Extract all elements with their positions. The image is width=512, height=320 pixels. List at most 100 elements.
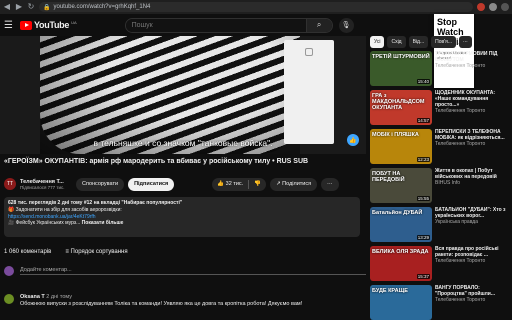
subscribe-button[interactable]: Підписатися bbox=[128, 177, 175, 191]
comment-body: Oksana T 2 дні тому Обожнюю випуски з ро… bbox=[20, 294, 302, 308]
youtube-logo[interactable]: YouTube UA bbox=[20, 20, 77, 30]
user-avatar bbox=[4, 266, 14, 276]
reload-icon[interactable]: ↻ bbox=[27, 0, 35, 14]
search-icon[interactable]: ⌕ bbox=[305, 18, 332, 32]
chip[interactable]: Від... bbox=[408, 36, 429, 48]
sort-label: Порядок сортування bbox=[70, 249, 128, 255]
chip[interactable]: Cxiд bbox=[387, 36, 406, 48]
comment-input[interactable]: Додайте коментар... bbox=[20, 267, 366, 275]
description-text: 🎥 Фейсбук Українських мурз... bbox=[8, 220, 81, 227]
video-player[interactable]: в тельняшке и со значком "танковые войск… bbox=[0, 36, 366, 154]
extension-icon[interactable] bbox=[477, 3, 485, 11]
recommendation-title[interactable]: ТРЕТІЙ ШТУРМОВИЙ ПІД БАХМУТОМ bbox=[435, 51, 512, 63]
share-button[interactable]: ↗ Поділитися bbox=[270, 177, 318, 191]
recommendation-item[interactable]: ВЕЛИКА ОЛЯ ЗРАДА 15:37 Вся правда про росі… bbox=[370, 246, 512, 283]
extension-icon[interactable] bbox=[489, 3, 497, 11]
forward-icon[interactable]: ▶ bbox=[15, 0, 23, 14]
comment-item: Oksana T 2 дні тому Обожнюю випуски з ро… bbox=[4, 294, 366, 308]
search-input[interactable] bbox=[125, 18, 306, 32]
recommendation-item[interactable]: ПОБУТ НА ПЕРЕДОВІЙ 15:55 Життя в окопах | … bbox=[370, 168, 512, 205]
commenter-avatar[interactable] bbox=[4, 294, 14, 304]
video-thumbnail[interactable]: МОБІК і ПЛЯШКА 12:23 bbox=[370, 129, 432, 164]
recommendation-channel[interactable]: Телебачення Торонто bbox=[435, 141, 512, 147]
chip-more[interactable]: ⋯ bbox=[459, 36, 472, 48]
recommendation-info: ЩОДЕННИК ОКУПАНТА: «Наше командування пр… bbox=[435, 90, 512, 127]
recommendation-channel[interactable]: Телебачення Торонто bbox=[435, 297, 512, 303]
comments-header: 1 060 коментарів ≡ Порядок сортування bbox=[4, 249, 128, 255]
thumbnail-caption: БУДЕ КРАЩЕ bbox=[372, 288, 408, 294]
chip[interactable]: Пов'я... bbox=[431, 36, 456, 48]
microphone-icon[interactable]: 🎙 bbox=[338, 17, 354, 33]
thumbnail-caption: МОБІК і ПЛЯШКА bbox=[372, 132, 419, 138]
video-thumbnail[interactable]: ВЕЛИКА ОЛЯ ЗРАДА 15:37 bbox=[370, 246, 432, 281]
recommendation-item[interactable]: БУДЕ КРАЩЕ ВАНГУ ПОРВАЛО: "Пророцтва" про… bbox=[370, 285, 512, 320]
recommendation-item[interactable]: ТРЕТІЙ ШТУРМОВИЙ 15:40 ТРЕТІЙ ШТУРМОВИЙ ПІ… bbox=[370, 51, 512, 88]
recommendation-info: ТРЕТІЙ ШТУРМОВИЙ ПІД БАХМУТОМ Телебачення… bbox=[435, 51, 512, 88]
sponsor-button[interactable]: Спонсорувати bbox=[76, 177, 125, 191]
like-count: 32 тис. bbox=[225, 181, 244, 187]
recommendation-info: Життя в окопах | Побут військових на пер… bbox=[435, 168, 512, 205]
channel-avatar[interactable]: ТТ bbox=[4, 178, 16, 190]
recommendation-channel[interactable]: Телебачення Торонто bbox=[435, 63, 512, 69]
recommendation-channel[interactable]: Телебачення Торонто bbox=[435, 108, 512, 114]
thumbs-up-icon[interactable]: 👍 bbox=[347, 134, 359, 146]
video-description[interactable]: 628 тис. переглядів 2 дні тому #12 на вк… bbox=[4, 197, 360, 237]
channel-meta: Телебачення Т... Підписалося 777 тис. bbox=[20, 179, 72, 190]
back-icon[interactable]: ◀ bbox=[3, 0, 11, 14]
recommendation-title[interactable]: ПЕРЕПИСКИ З ТЕЛЕФОНА МОБІКА: як відрізня… bbox=[435, 129, 512, 141]
channel-row: ТТ Телебачення Т... Підписалося 777 тис.… bbox=[4, 176, 366, 192]
video-duration: 14:57 bbox=[416, 118, 430, 123]
profile-icon[interactable] bbox=[501, 3, 509, 11]
thumbnail-caption: ПОБУТ НА ПЕРЕДОВІЙ bbox=[372, 171, 405, 183]
share-label: Поділитися bbox=[282, 181, 312, 187]
sort-comments-button[interactable]: ≡ Порядок сортування bbox=[65, 249, 127, 255]
recommendation-title[interactable]: Життя в окопах | Побут військових на пер… bbox=[435, 168, 512, 180]
recommendation-title[interactable]: Вся правда про російські ракети: розпові… bbox=[435, 246, 512, 258]
like-button[interactable]: 👍 32 тис. bbox=[212, 178, 248, 191]
recommendation-channel[interactable]: Телебачення Торонто bbox=[435, 258, 512, 264]
recommendation-info: ВАНГУ ПОРВАЛО: "Пророцтва" пройшли... Тел… bbox=[435, 285, 512, 320]
video-thumbnail[interactable]: Батальйон ДУБАЙ 13:29 bbox=[370, 207, 432, 242]
video-thumbnail[interactable]: БУДЕ КРАЩЕ bbox=[370, 285, 432, 320]
video-thumbnail[interactable]: ГРА з МАКДОНАЛЬДСОМ ОКУПАНТА 14:57 bbox=[370, 90, 432, 125]
recommendation-info: БАТАЛЬЙОН "ДУБАЙ": Хто з українських вор… bbox=[435, 207, 512, 244]
search-box: ⌕ bbox=[124, 17, 333, 33]
video-duration: 13:29 bbox=[416, 235, 430, 240]
description-line: 🎁 Задонатити на збір для засобів аеророз… bbox=[8, 206, 122, 213]
video-frame-document bbox=[284, 40, 334, 144]
add-comment-row: Додайте коментар... bbox=[4, 266, 366, 276]
url-text: youtube.com/watch?v=grhKqhf_1N4 bbox=[53, 4, 151, 10]
like-dislike-group: 👍 32 тис. 👎 bbox=[212, 177, 267, 191]
recommendation-title[interactable]: БАТАЛЬЙОН "ДУБАЙ": Хто з українських вор… bbox=[435, 207, 512, 219]
recommendation-item[interactable]: МОБІК і ПЛЯШКА 12:23 ПЕРЕПИСКИ З ТЕЛЕФОНА … bbox=[370, 129, 512, 166]
address-bar[interactable]: 🔒 youtube.com/watch?v=grhKqhf_1N4 bbox=[39, 2, 473, 12]
thumbnail-caption: ТРЕТІЙ ШТУРМОВИЙ bbox=[372, 54, 430, 60]
more-actions-button[interactable]: ⋯ bbox=[321, 177, 339, 191]
dislike-icon[interactable]: 👎 bbox=[249, 178, 266, 191]
video-duration: 15:40 bbox=[416, 79, 430, 84]
recommendation-channel[interactable]: Українська правда bbox=[435, 219, 512, 225]
video-title: «ГЕРОЇЗМ» ОКУПАНТІВ: армія рф мародерить… bbox=[4, 158, 309, 165]
recommendation-info: Вся правда про російські ракети: розпові… bbox=[435, 246, 512, 283]
chip-all[interactable]: Усі bbox=[370, 36, 385, 48]
comment-meta: Oksana T 2 дні тому bbox=[20, 294, 302, 301]
recommendation-item[interactable]: ГРА з МАКДОНАЛЬДСОМ ОКУПАНТА 14:57 ЩОДЕННИ… bbox=[370, 90, 512, 127]
video-duration: 15:55 bbox=[416, 196, 430, 201]
video-duration: 12:23 bbox=[416, 157, 430, 162]
comment-text: Обожнюю випуски з розслідуванням Толіка … bbox=[20, 301, 303, 307]
comment-author[interactable]: Oksana T bbox=[20, 294, 45, 300]
thumbnail-caption: ГРА з МАКДОНАЛЬДСОМ ОКУПАНТА bbox=[372, 93, 425, 111]
thumbnail-caption: Батальйон ДУБАЙ bbox=[372, 210, 423, 216]
video-thumbnail[interactable]: ПОБУТ НА ПЕРЕДОВІЙ 15:55 bbox=[370, 168, 432, 203]
recommendation-title[interactable]: ВАНГУ ПОРВАЛО: "Пророцтва" пройшли... bbox=[435, 285, 512, 297]
menu-icon[interactable]: ☰ bbox=[4, 20, 14, 31]
description-stats: 628 тис. переглядів 2 дні тому #12 на вк… bbox=[8, 200, 183, 206]
youtube-play-icon bbox=[20, 20, 32, 30]
recommendation-item[interactable]: Батальйон ДУБАЙ 13:29 БАТАЛЬЙОН "ДУБАЙ": Х… bbox=[370, 207, 512, 244]
recommendation-channel[interactable]: BIHUS Info bbox=[435, 180, 512, 186]
video-thumbnail[interactable]: ТРЕТІЙ ШТУРМОВИЙ 15:40 bbox=[370, 51, 432, 86]
comments-count: 1 060 коментарів bbox=[4, 249, 52, 255]
channel-subscribers: Підписалося 777 тис. bbox=[20, 184, 65, 190]
recommendation-title[interactable]: ЩОДЕННИК ОКУПАНТА: «Наше командування пр… bbox=[435, 90, 512, 108]
show-more-button[interactable]: Показати більше bbox=[82, 220, 124, 226]
